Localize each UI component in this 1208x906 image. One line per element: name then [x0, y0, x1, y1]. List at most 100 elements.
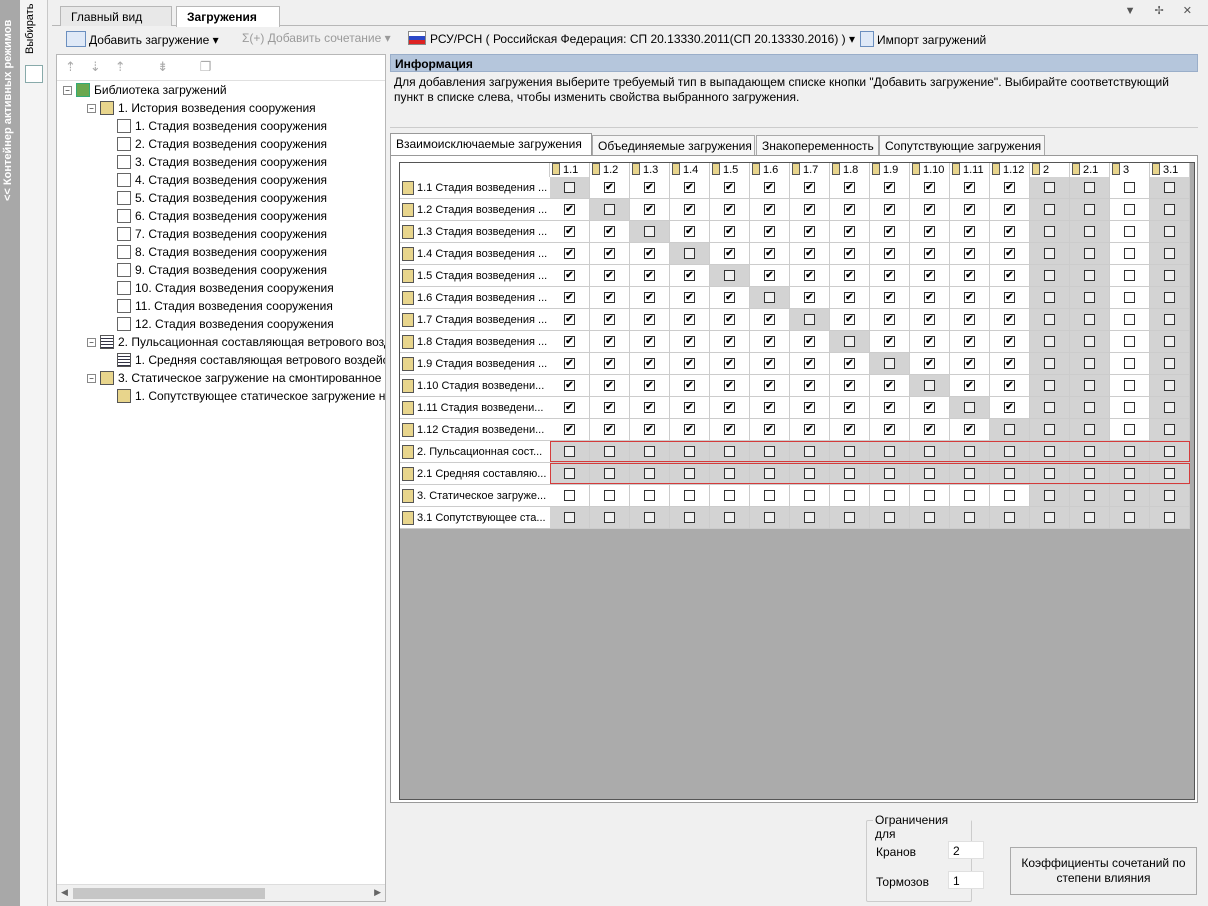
grid-cell[interactable]	[630, 221, 670, 243]
checkbox[interactable]: ✔	[684, 336, 695, 347]
grid-cell[interactable]	[1150, 287, 1190, 309]
grid-cell[interactable]	[1070, 375, 1110, 397]
grid-cell[interactable]: ✔	[950, 177, 990, 199]
checkbox[interactable]	[564, 446, 575, 457]
grid-cell[interactable]: ✔	[830, 199, 870, 221]
checkbox[interactable]	[1044, 182, 1055, 193]
checkbox[interactable]	[1124, 182, 1135, 193]
grid-cell[interactable]: ✔	[670, 419, 710, 441]
grid-cell[interactable]	[1150, 265, 1190, 287]
checkbox[interactable]: ✔	[804, 248, 815, 259]
checkbox[interactable]	[1084, 512, 1095, 523]
grid-cell[interactable]: ✔	[950, 287, 990, 309]
grid-cell[interactable]	[1150, 397, 1190, 419]
checkbox[interactable]: ✔	[644, 424, 655, 435]
tab-mutually-exclusive[interactable]: Взаимоисключаемые загружения	[390, 133, 592, 156]
grid-cell[interactable]	[1150, 463, 1190, 485]
grid-cell[interactable]	[1070, 419, 1110, 441]
checkbox[interactable]	[1044, 512, 1055, 523]
tree-item[interactable]: − 2. Пульсационная составляющая ветрового…	[87, 335, 385, 353]
checkbox[interactable]: ✔	[1004, 292, 1015, 303]
grid-cell[interactable]	[910, 485, 950, 507]
checkbox[interactable]	[604, 446, 615, 457]
grid-cell[interactable]	[590, 485, 630, 507]
checkbox[interactable]	[684, 446, 695, 457]
checkbox[interactable]	[1084, 402, 1095, 413]
checkbox[interactable]: ✔	[724, 226, 735, 237]
checkbox[interactable]	[764, 490, 775, 501]
checkbox[interactable]: ✔	[564, 358, 575, 369]
grid-cell[interactable]	[670, 441, 710, 463]
grid-cell[interactable]	[830, 485, 870, 507]
checkbox[interactable]	[1124, 512, 1135, 523]
checkbox[interactable]	[1044, 292, 1055, 303]
grid-cell[interactable]: ✔	[990, 221, 1030, 243]
checkbox[interactable]: ✔	[604, 358, 615, 369]
checkbox[interactable]	[1124, 204, 1135, 215]
grid-cell[interactable]	[910, 463, 950, 485]
grid-cell[interactable]: ✔	[590, 243, 630, 265]
grid-cell[interactable]: ✔	[710, 309, 750, 331]
grid-cell[interactable]	[910, 375, 950, 397]
grid-cell[interactable]: ✔	[590, 397, 630, 419]
checkbox[interactable]	[604, 490, 615, 501]
grid-cell[interactable]	[790, 507, 830, 529]
grid-cell[interactable]	[1030, 375, 1070, 397]
grid-cell[interactable]: ✔	[830, 287, 870, 309]
checkbox[interactable]: ✔	[604, 248, 615, 259]
active-modes-strip[interactable]: << Контейнер активных режимов	[0, 0, 20, 906]
grid-cell[interactable]	[670, 243, 710, 265]
checkbox[interactable]: ✔	[564, 424, 575, 435]
grid-cell[interactable]	[1070, 287, 1110, 309]
checkbox[interactable]: ✔	[564, 380, 575, 391]
grid-cell[interactable]	[990, 463, 1030, 485]
checkbox[interactable]: ✔	[1004, 226, 1015, 237]
grid-cell[interactable]: ✔	[710, 177, 750, 199]
tab-combined[interactable]: Объединяемые загружения	[592, 135, 755, 155]
checkbox[interactable]	[884, 358, 895, 369]
checkbox[interactable]	[964, 402, 975, 413]
grid-cell[interactable]	[1070, 221, 1110, 243]
checkbox[interactable]	[924, 446, 935, 457]
grid-cell[interactable]: ✔	[750, 375, 790, 397]
checkbox[interactable]	[884, 468, 895, 479]
grid-cell[interactable]	[750, 463, 790, 485]
checkbox[interactable]	[1164, 248, 1175, 259]
checkbox[interactable]	[1164, 468, 1175, 479]
checkbox[interactable]: ✔	[564, 204, 575, 215]
checkbox[interactable]: ✔	[884, 380, 895, 391]
tree-root[interactable]: − Библиотека загружений	[63, 83, 227, 101]
checkbox[interactable]: ✔	[844, 314, 855, 325]
grid-cell[interactable]: ✔	[950, 353, 990, 375]
checkbox[interactable]: ✔	[884, 336, 895, 347]
checkbox[interactable]: ✔	[684, 402, 695, 413]
grid-cell[interactable]: ✔	[670, 375, 710, 397]
checkbox[interactable]: ✔	[564, 314, 575, 325]
checkbox[interactable]	[844, 468, 855, 479]
checkbox[interactable]: ✔	[844, 204, 855, 215]
grid-cell[interactable]	[1070, 243, 1110, 265]
checkbox[interactable]	[1164, 314, 1175, 325]
tree-item[interactable]: 10. Стадия возведения сооружения	[117, 281, 334, 299]
checkbox[interactable]: ✔	[964, 270, 975, 281]
checkbox[interactable]: ✔	[884, 314, 895, 325]
checkbox[interactable]	[604, 468, 615, 479]
grid-cell[interactable]: ✔	[590, 177, 630, 199]
grid-cell[interactable]: ✔	[750, 397, 790, 419]
checkbox[interactable]	[1004, 490, 1015, 501]
checkbox[interactable]	[1164, 336, 1175, 347]
grid-cell[interactable]	[590, 199, 630, 221]
grid-cell[interactable]: ✔	[910, 177, 950, 199]
checkbox[interactable]	[1044, 336, 1055, 347]
grid-cell[interactable]	[630, 463, 670, 485]
checkbox[interactable]	[764, 468, 775, 479]
checkbox[interactable]	[564, 182, 575, 193]
checkbox[interactable]: ✔	[644, 182, 655, 193]
grid-cell[interactable]: ✔	[670, 265, 710, 287]
checkbox[interactable]: ✔	[924, 182, 935, 193]
grid-cell[interactable]	[1150, 243, 1190, 265]
checkbox[interactable]	[1084, 204, 1095, 215]
grid-cell[interactable]	[1110, 353, 1150, 375]
add-combination-button[interactable]: Σ(+) Добавить сочетание ▾	[242, 31, 391, 45]
grid-cell[interactable]: ✔	[630, 309, 670, 331]
